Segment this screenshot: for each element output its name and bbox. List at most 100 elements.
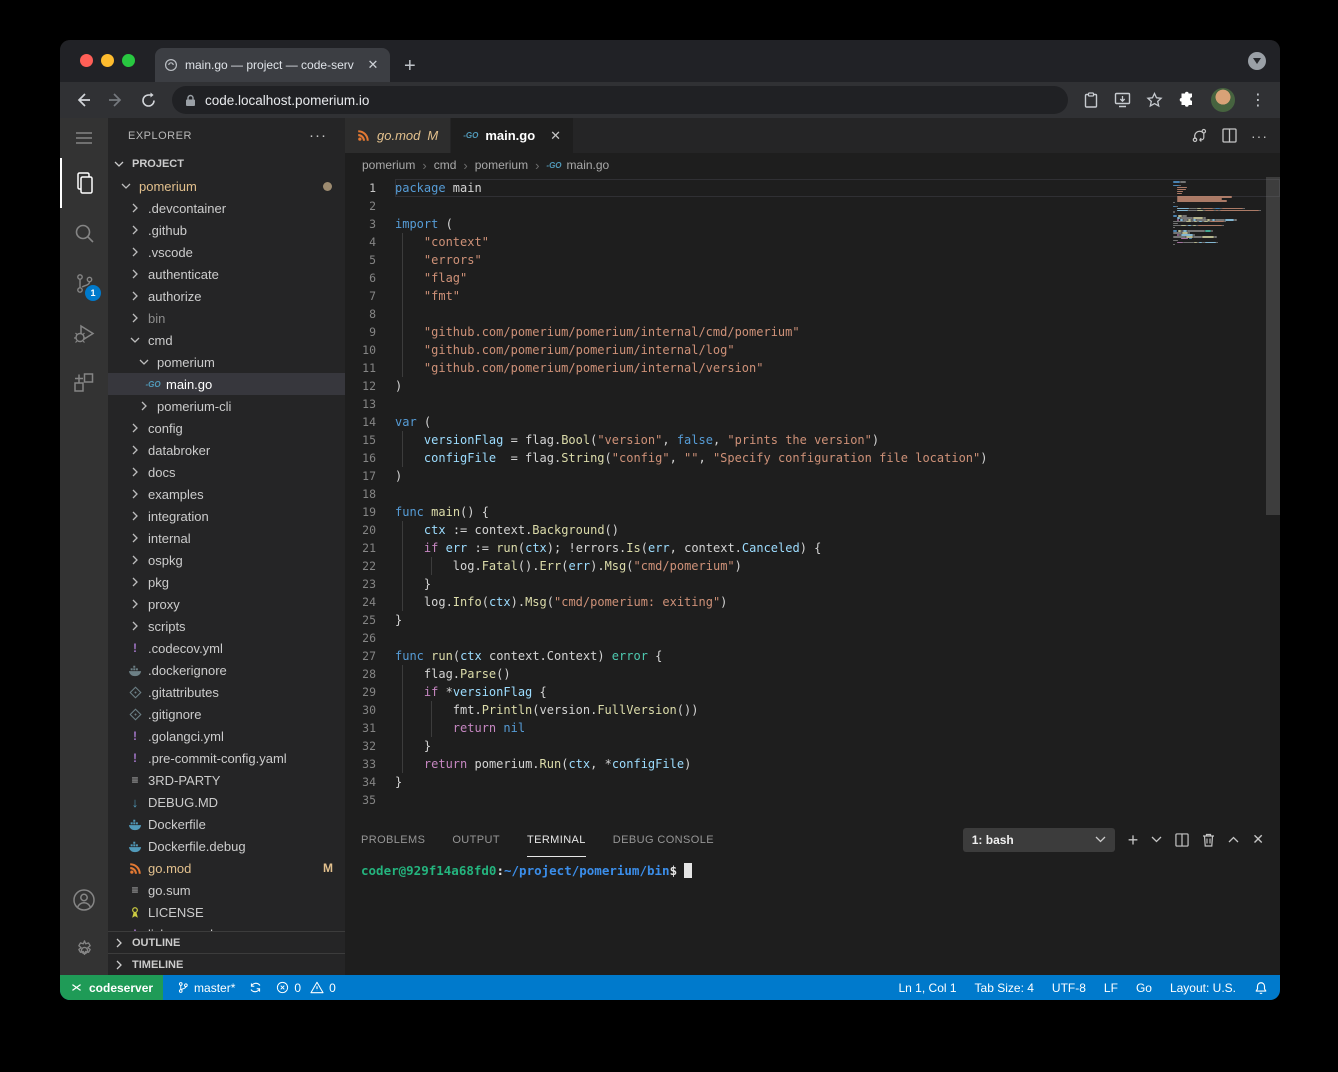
- code-line[interactable]: 8: [345, 305, 1280, 323]
- code-line[interactable]: 4 "context": [345, 233, 1280, 251]
- code-line[interactable]: 27func run(ctx context.Context) error {: [345, 647, 1280, 665]
- bookmark-star-icon[interactable]: [1146, 92, 1163, 108]
- tree-folder-pomerium[interactable]: pomerium: [108, 175, 345, 197]
- code-line[interactable]: 3import (: [345, 215, 1280, 233]
- tree-folder--vscode[interactable]: .vscode: [108, 241, 345, 263]
- code-line[interactable]: 22 log.Fatal().Err(err).Msg("cmd/pomeriu…: [345, 557, 1280, 575]
- tree-folder-scripts[interactable]: scripts: [108, 615, 345, 637]
- more-actions-icon[interactable]: ···: [1251, 128, 1268, 144]
- code-line[interactable]: 12): [345, 377, 1280, 395]
- eol-item[interactable]: LF: [1104, 981, 1118, 995]
- tree-file-3rd-party[interactable]: ≡3RD-PARTY: [108, 769, 345, 791]
- code-line[interactable]: 5 "errors": [345, 251, 1280, 269]
- tree-file--pre-commit-config-yaml[interactable]: !.pre-commit-config.yaml: [108, 747, 345, 769]
- code-line[interactable]: 10 "github.com/pomerium/pomerium/interna…: [345, 341, 1280, 359]
- tab-close-icon[interactable]: ✕: [550, 128, 561, 144]
- tree-file-license[interactable]: LICENSE: [108, 901, 345, 923]
- tree-folder-examples[interactable]: examples: [108, 483, 345, 505]
- tree-file--gitattributes[interactable]: .gitattributes: [108, 681, 345, 703]
- language-item[interactable]: Go: [1136, 981, 1152, 995]
- code-line[interactable]: 6 "flag": [345, 269, 1280, 287]
- tree-file-go-mod[interactable]: go.modM: [108, 857, 345, 879]
- code-line[interactable]: 15 versionFlag = flag.Bool("version", fa…: [345, 431, 1280, 449]
- browser-menu-icon[interactable]: ⋮: [1250, 90, 1266, 110]
- code-line[interactable]: 35: [345, 791, 1280, 809]
- tab-close-icon[interactable]: ✕: [365, 57, 381, 73]
- section-timeline[interactable]: TIMELINE: [108, 953, 345, 975]
- tree-folder-ospkg[interactable]: ospkg: [108, 549, 345, 571]
- tree-folder-cmd[interactable]: cmd: [108, 329, 345, 351]
- new-tab-button[interactable]: +: [404, 56, 416, 76]
- tree-folder-internal[interactable]: internal: [108, 527, 345, 549]
- browser-tab[interactable]: main.go — project — code-serv ✕: [155, 48, 390, 82]
- zoom-window-button[interactable]: [122, 54, 135, 67]
- code-line[interactable]: 29 if *versionFlag {: [345, 683, 1280, 701]
- code-line[interactable]: 14var (: [345, 413, 1280, 431]
- terminal-shell-select[interactable]: 1: bash: [963, 828, 1115, 852]
- split-terminal-icon[interactable]: [1175, 833, 1189, 847]
- code-line[interactable]: 17): [345, 467, 1280, 485]
- code-line[interactable]: 28 flag.Parse(): [345, 665, 1280, 683]
- tree-folder-pomerium[interactable]: pomerium: [108, 351, 345, 373]
- breadcrumb-item[interactable]: cmd: [434, 158, 457, 172]
- code-line[interactable]: 7 "fmt": [345, 287, 1280, 305]
- breadcrumb-item[interactable]: pomerium: [475, 158, 528, 172]
- code-line[interactable]: 30 fmt.Println(version.FullVersion()): [345, 701, 1280, 719]
- tree-file--gitignore[interactable]: .gitignore: [108, 703, 345, 725]
- terminal-content[interactable]: coder@929f14a68fd0:~/project/pomerium/bi…: [345, 857, 1280, 975]
- kill-terminal-icon[interactable]: [1202, 833, 1215, 847]
- tree-folder--github[interactable]: .github: [108, 219, 345, 241]
- tab-main-go[interactable]: -GO main.go ✕: [451, 118, 573, 153]
- code-line[interactable]: 26: [345, 629, 1280, 647]
- tree-folder-docs[interactable]: docs: [108, 461, 345, 483]
- tree-file-dockerfile[interactable]: Dockerfile: [108, 813, 345, 835]
- tree-folder-proxy[interactable]: proxy: [108, 593, 345, 615]
- tab-terminal[interactable]: TERMINAL: [527, 822, 586, 857]
- remote-indicator[interactable]: codeserver: [60, 975, 163, 1000]
- tab-size-item[interactable]: Tab Size: 4: [975, 981, 1034, 995]
- run-debug-icon[interactable]: [60, 308, 108, 358]
- tree-file-dockerfile-debug[interactable]: Dockerfile.debug: [108, 835, 345, 857]
- tab-search-button[interactable]: [1248, 52, 1266, 70]
- tree-folder-config[interactable]: config: [108, 417, 345, 439]
- back-button[interactable]: [74, 91, 92, 109]
- sync-item[interactable]: [249, 981, 262, 994]
- settings-gear-icon[interactable]: [60, 925, 108, 975]
- tree-folder-authorize[interactable]: authorize: [108, 285, 345, 307]
- tab-problems[interactable]: PROBLEMS: [361, 822, 425, 857]
- extensions-view-icon[interactable]: [60, 358, 108, 408]
- code-line[interactable]: 18: [345, 485, 1280, 503]
- tree-file--golangci-yml[interactable]: !.golangci.yml: [108, 725, 345, 747]
- account-icon[interactable]: [60, 875, 108, 925]
- cursor-position-item[interactable]: Ln 1, Col 1: [899, 981, 957, 995]
- code-line[interactable]: 11 "github.com/pomerium/pomerium/interna…: [345, 359, 1280, 377]
- breadcrumb-item[interactable]: pomerium: [362, 158, 415, 172]
- section-outline[interactable]: OUTLINE: [108, 931, 345, 953]
- tree-file--dockerignore[interactable]: .dockerignore: [108, 659, 345, 681]
- code-line[interactable]: 21 if err := run(ctx); !errors.Is(err, c…: [345, 539, 1280, 557]
- notifications-bell-icon[interactable]: [1254, 981, 1268, 995]
- code-line[interactable]: 31 return nil: [345, 719, 1280, 737]
- tree-file-go-sum[interactable]: ≡go.sum: [108, 879, 345, 901]
- code-line[interactable]: 1package main: [345, 179, 1280, 197]
- code-line[interactable]: 13: [345, 395, 1280, 413]
- tree-file-main-go[interactable]: -GOmain.go: [108, 373, 345, 395]
- install-app-icon[interactable]: [1114, 92, 1131, 108]
- profile-avatar[interactable]: [1211, 88, 1235, 112]
- tab-go-mod[interactable]: go.mod M: [345, 118, 451, 153]
- breadcrumb-item-file[interactable]: -GOmain.go: [546, 158, 609, 172]
- editor-scrollbar[interactable]: [1266, 177, 1280, 515]
- code-line[interactable]: 25}: [345, 611, 1280, 629]
- problems-item[interactable]: 0 0: [276, 981, 335, 995]
- code-line[interactable]: 32 }: [345, 737, 1280, 755]
- code-line[interactable]: 24 log.Info(ctx).Msg("cmd/pomerium: exit…: [345, 593, 1280, 611]
- minimize-window-button[interactable]: [101, 54, 114, 67]
- code-line[interactable]: 20 ctx := context.Background(): [345, 521, 1280, 539]
- extensions-puzzle-icon[interactable]: [1178, 91, 1196, 109]
- explorer-actions-icon[interactable]: ···: [309, 127, 327, 144]
- close-window-button[interactable]: [80, 54, 93, 67]
- new-terminal-icon[interactable]: +: [1128, 831, 1139, 849]
- reload-button[interactable]: [140, 92, 157, 109]
- tree-folder-bin[interactable]: bin: [108, 307, 345, 329]
- address-bar[interactable]: code.localhost.pomerium.io: [172, 86, 1068, 114]
